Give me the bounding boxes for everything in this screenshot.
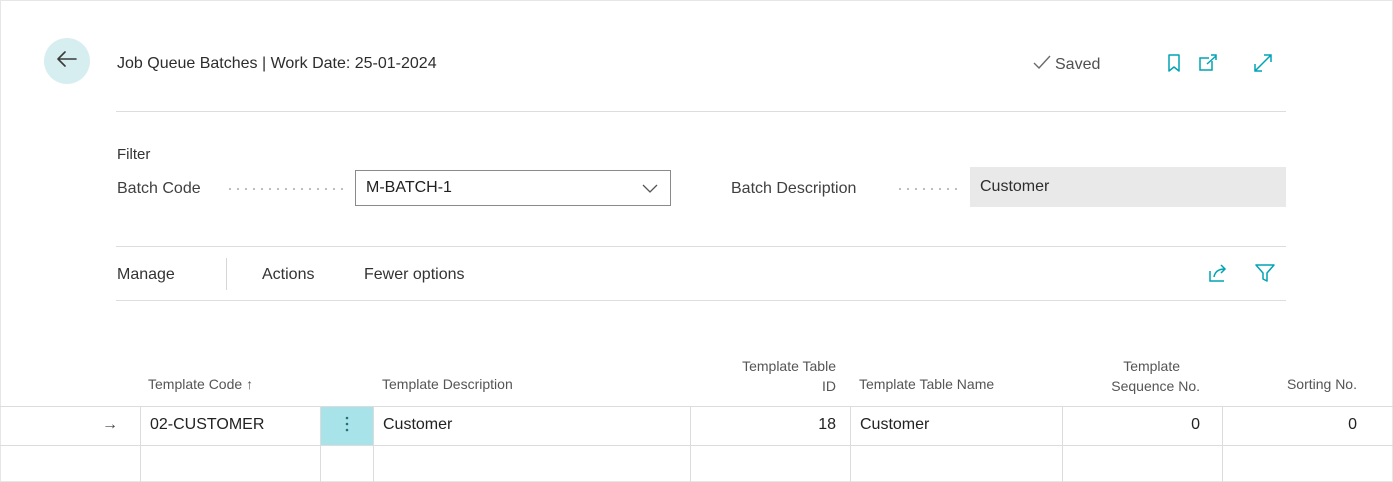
- template-description-cell[interactable]: Customer: [383, 416, 452, 434]
- template-code-cell[interactable]: 02-CUSTOMER: [150, 416, 264, 434]
- column-divider: [373, 406, 374, 482]
- current-row-indicator: →: [102, 416, 118, 433]
- sorting-no-cell[interactable]: 0: [1222, 416, 1357, 434]
- sort-ascending-icon: ↑: [246, 376, 254, 392]
- batch-description-value: Customer: [980, 178, 1050, 195]
- back-button[interactable]: [44, 38, 90, 84]
- batch-description-field: Customer: [970, 167, 1286, 207]
- filter-heading: Filter: [117, 146, 151, 163]
- checkmark-icon: [1033, 55, 1051, 74]
- filter-icon[interactable]: [1254, 262, 1276, 284]
- template-table-id-header-line2: ID: [822, 378, 836, 394]
- expand-icon[interactable]: [1252, 52, 1274, 74]
- back-arrow-icon: [57, 50, 77, 72]
- template-table-id-header-line1: Template Table: [742, 358, 836, 374]
- template-sequence-header-line1: Template: [1123, 358, 1180, 374]
- column-header-template-code[interactable]: Template Code ↑: [148, 374, 253, 394]
- saved-label: Saved: [1055, 55, 1101, 73]
- filter-divider: [116, 246, 1286, 247]
- actions-menu[interactable]: Actions: [262, 266, 314, 284]
- actionbar-divider: [116, 300, 1286, 301]
- open-new-window-icon[interactable]: [1197, 52, 1219, 74]
- bookmark-icon[interactable]: [1163, 52, 1185, 74]
- actionbar-separator: [226, 258, 227, 290]
- manage-menu[interactable]: Manage: [117, 266, 175, 284]
- template-code-header-label: Template Code: [148, 376, 243, 392]
- column-header-template-table-id[interactable]: Template Table ID: [690, 356, 836, 396]
- fewer-options-button[interactable]: Fewer options: [364, 266, 465, 284]
- column-header-template-sequence-no[interactable]: Template Sequence No.: [1062, 356, 1200, 396]
- more-vertical-icon: [345, 415, 349, 438]
- table-header-divider: [0, 406, 1393, 407]
- batch-description-leader: [896, 188, 960, 190]
- template-sequence-no-cell[interactable]: 0: [1062, 416, 1200, 434]
- share-icon[interactable]: [1207, 262, 1229, 284]
- column-header-template-table-name[interactable]: Template Table Name: [859, 374, 994, 394]
- batch-code-label: Batch Code: [117, 180, 201, 197]
- row-menu-button[interactable]: [321, 407, 373, 445]
- page-window: Job Queue Batches | Work Date: 25-01-202…: [0, 0, 1393, 482]
- chevron-down-icon: [642, 181, 658, 200]
- column-divider: [140, 406, 141, 482]
- header-divider: [116, 111, 1286, 112]
- batch-description-label: Batch Description: [731, 180, 857, 197]
- column-header-template-description[interactable]: Template Description: [382, 374, 513, 394]
- page-title: Job Queue Batches | Work Date: 25-01-202…: [117, 55, 437, 72]
- batch-code-select[interactable]: M-BATCH-1: [355, 170, 671, 206]
- batch-code-leader: [226, 188, 346, 190]
- column-divider: [850, 406, 851, 482]
- template-sequence-header-line2: Sequence No.: [1111, 378, 1200, 394]
- column-header-sorting-no[interactable]: Sorting No.: [1222, 374, 1357, 394]
- template-table-id-cell[interactable]: 18: [690, 416, 836, 434]
- saved-status: Saved: [1033, 55, 1100, 74]
- template-table-name-cell[interactable]: Customer: [860, 416, 929, 434]
- batch-code-value: M-BATCH-1: [366, 179, 452, 196]
- table-row-divider: [0, 445, 1393, 446]
